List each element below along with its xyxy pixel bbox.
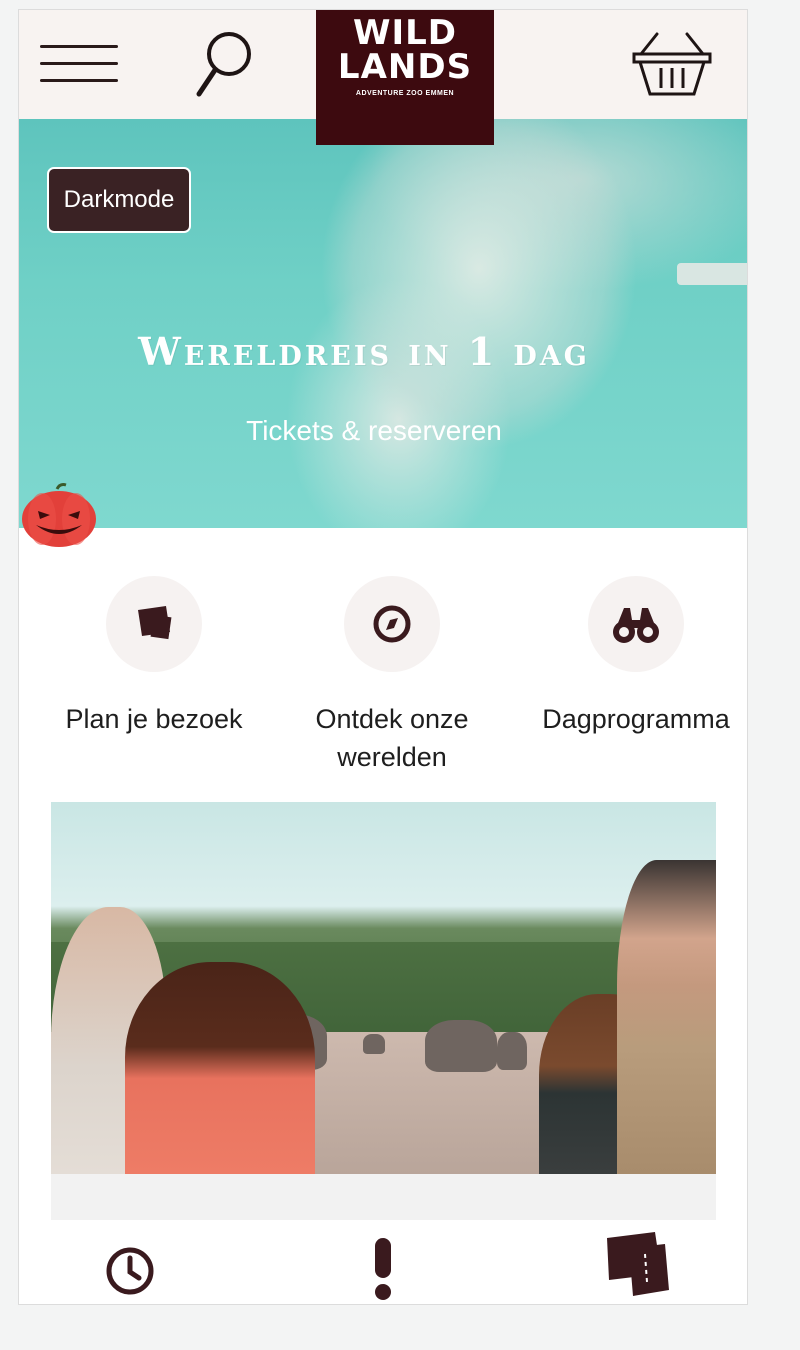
quick-link-label-line1: Ontdek onze [315,704,469,734]
binoculars-icon [613,608,659,643]
quick-link-plan-visit[interactable]: Plan je bezoek [49,576,259,738]
photo-elephant [425,1020,497,1072]
app-frame: WILD LANDS ADVENTURE ZOO EMMEN Darkmode … [19,10,747,1304]
quick-link-circle [344,576,440,672]
hero-title: Wereldreis in 1 dag [138,329,590,374]
photo-person [617,860,716,1174]
photo-caption-bar [51,1174,716,1220]
hero-pole [677,263,747,285]
shopping-basket-icon[interactable] [631,30,713,100]
ticket-icon [138,606,172,640]
compass-icon [373,605,411,643]
header: WILD LANDS ADVENTURE ZOO EMMEN [19,10,747,145]
logo-line2: LANDS [337,47,473,87]
quick-link-label-line2: werelden [337,742,447,772]
tickets-link[interactable]: Tickets & reserveren [19,415,729,447]
wildlands-logo[interactable]: WILD LANDS ADVENTURE ZOO EMMEN [316,10,494,145]
hero-banner: Darkmode Wereldreis in 1 dag Tickets & r… [19,119,747,528]
pumpkin-icon[interactable] [20,481,98,549]
photo-elephant [497,1032,527,1070]
featured-photo[interactable] [51,802,716,1174]
darkmode-button[interactable]: Darkmode [47,167,191,233]
quick-link-circle [106,576,202,672]
quick-link-label: Ontdek onze werelden [287,700,497,776]
quick-link-day-program[interactable]: Dagprogramma [531,576,741,738]
logo-line1: WILD [352,13,458,53]
hamburger-menu-icon[interactable] [40,45,118,83]
quick-link-circle [588,576,684,672]
quick-link-label: Plan je bezoek [65,704,243,734]
clock-icon[interactable] [105,1246,155,1296]
logo-tagline: ADVENTURE ZOO EMMEN [355,90,455,97]
photo-person [125,962,315,1174]
exclamation-icon[interactable] [371,1236,395,1304]
search-icon[interactable] [193,28,257,100]
quick-link-discover-worlds[interactable]: Ontdek onze werelden [287,576,497,776]
photo-elephant [363,1034,385,1054]
ticket-icon[interactable] [603,1232,673,1300]
quick-link-label: Dagprogramma [542,704,730,734]
